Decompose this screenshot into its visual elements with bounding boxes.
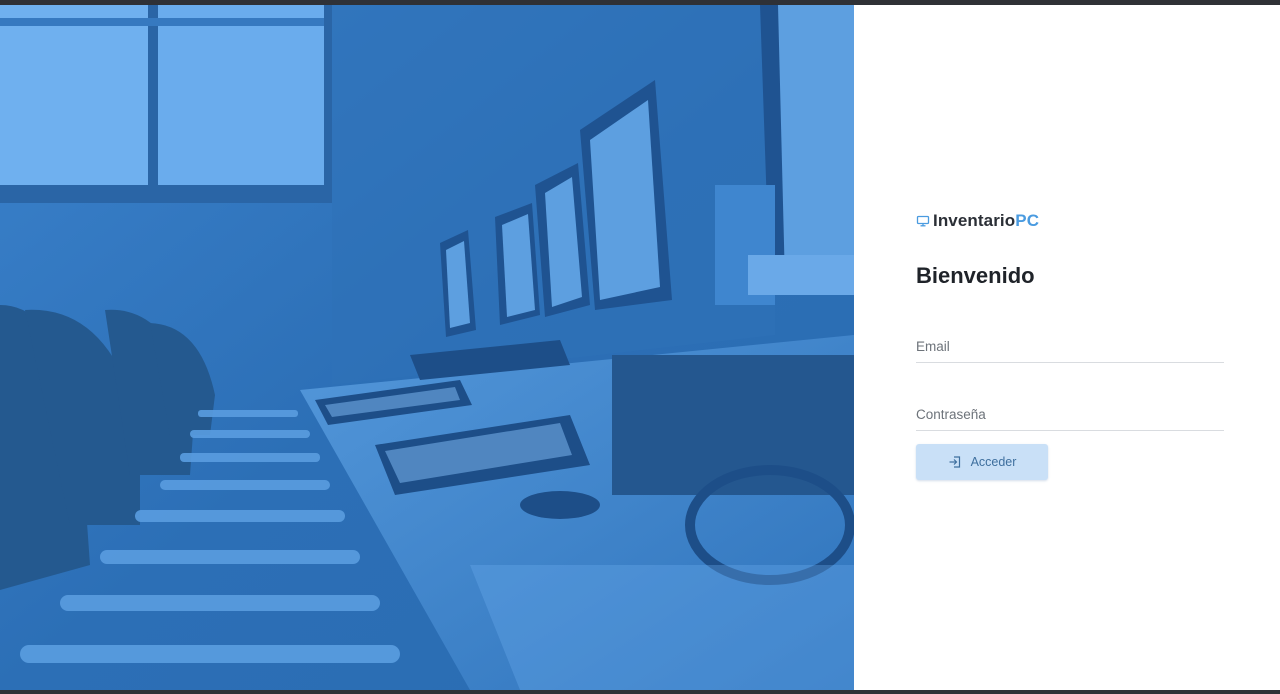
brand-name-accent: PC — [1015, 211, 1040, 230]
monitor-icon — [916, 214, 930, 228]
browser-bottom-edge — [0, 690, 1280, 694]
brand-name: InventarioPC — [933, 211, 1039, 231]
email-field[interactable] — [916, 337, 1224, 362]
password-field-wrapper: Contraseña — [916, 405, 1224, 431]
login-button-label: Acceder — [970, 455, 1017, 469]
password-field[interactable] — [916, 405, 1224, 430]
brand-logo: InventarioPC — [916, 211, 1039, 231]
email-field-wrapper: Email — [916, 337, 1224, 363]
login-button[interactable]: Acceder — [916, 444, 1048, 480]
brand-name-main: Inventario — [933, 211, 1016, 230]
login-icon — [948, 455, 962, 469]
page-title: Bienvenido — [916, 263, 1035, 288]
hero-image — [0, 5, 854, 690]
login-panel: InventarioPC Bienvenido Email Contraseña… — [854, 5, 1280, 690]
